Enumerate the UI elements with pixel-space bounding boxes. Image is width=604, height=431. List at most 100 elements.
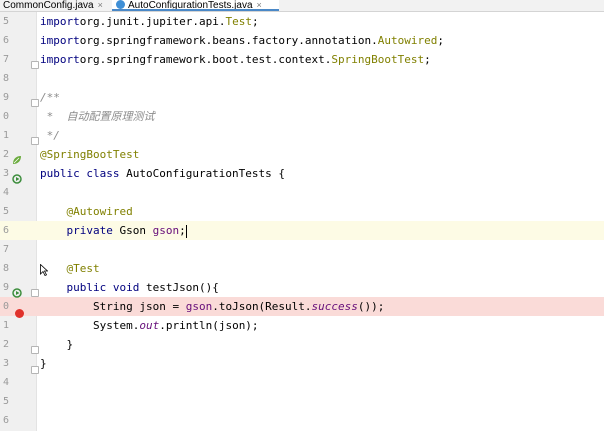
leaf-icon[interactable]: [12, 155, 22, 165]
code-token: */: [40, 129, 60, 142]
code-text[interactable]: importorg.springframework.beans.factory.…: [40, 31, 444, 50]
line-number: 0: [2, 111, 9, 122]
code-token: /**: [40, 91, 60, 104]
code-token: ;: [424, 53, 431, 66]
code-line[interactable]: 6 importorg.springframework.beans.factory…: [0, 31, 604, 50]
code-token: org.springframework.boot.test.context.: [79, 53, 332, 66]
code-line[interactable]: 4: [0, 183, 604, 202]
code-token: @Test: [66, 262, 100, 275]
tab-autoconfigurationtests[interactable]: AutoConfigurationTests.java ×: [112, 0, 279, 11]
code-token: org.junit.jupiter.api.: [79, 15, 226, 28]
code-line[interactable]: 5: [0, 392, 604, 411]
run-test-icon[interactable]: [12, 288, 22, 298]
line-number: 9: [2, 282, 9, 293]
code-text[interactable]: * 自动配置原理测试: [40, 107, 155, 126]
code-token: SpringBootTest: [331, 53, 425, 66]
code-text[interactable]: importorg.springframework.boot.test.cont…: [40, 50, 431, 69]
code-token: success: [311, 300, 358, 313]
code-token: System.: [40, 319, 140, 332]
code-line[interactable]: 3 public class AutoConfigurationTests {: [0, 164, 604, 183]
code-line[interactable]: 1 */: [0, 126, 604, 145]
code-token: org.springframework.beans.factory.annota…: [79, 34, 378, 47]
code-text[interactable]: */: [40, 126, 60, 145]
code-text[interactable]: }: [40, 335, 73, 354]
line-number: 6: [2, 225, 9, 236]
code-token: @SpringBootTest: [40, 148, 140, 161]
editor-tab-bar: CommonConfig.java × AutoConfigurationTest…: [0, 0, 604, 12]
code-token: Gson: [119, 224, 153, 237]
code-line[interactable]: 8: [0, 69, 604, 88]
code-token: String json =: [40, 300, 186, 313]
tab-close-icon[interactable]: ×: [98, 0, 103, 10]
code-token: gson: [185, 300, 213, 313]
fold-marker-icon[interactable]: [31, 366, 39, 374]
code-token: public void: [66, 281, 146, 294]
java-class-icon: [116, 0, 125, 9]
line-number: 7: [2, 244, 9, 255]
code-token: AutoConfigurationTests {: [126, 167, 286, 180]
line-number: 5: [2, 396, 9, 407]
code-line[interactable]: 5 @Autowired: [0, 202, 604, 221]
code-token: Autowired: [377, 34, 438, 47]
fold-marker-icon[interactable]: [31, 137, 39, 145]
line-number: 6: [2, 415, 9, 426]
fold-marker-icon[interactable]: [31, 289, 39, 297]
code-line[interactable]: 0 String json = gson.toJson(Result.succe…: [0, 297, 604, 316]
code-line[interactable]: 9 public void testJson(){: [0, 278, 604, 297]
code-token: out: [139, 319, 160, 332]
line-number: 1: [2, 130, 9, 141]
code-text[interactable]: public class AutoConfigurationTests {: [40, 164, 285, 183]
code-token: public class: [40, 167, 127, 180]
code-text[interactable]: importorg.junit.jupiter.api.Test;: [40, 12, 259, 31]
code-line[interactable]: 0 * 自动配置原理测试: [0, 107, 604, 126]
code-line[interactable]: 3}: [0, 354, 604, 373]
fold-marker-icon[interactable]: [31, 61, 39, 69]
code-text[interactable]: System.out.println(json);: [40, 316, 259, 335]
fold-marker-icon[interactable]: [31, 99, 39, 107]
code-text[interactable]: @Test: [40, 259, 100, 278]
run-test-icon[interactable]: [12, 174, 22, 184]
tab-commonconfig-label: CommonConfig.java: [3, 0, 94, 11]
code-text[interactable]: @Autowired: [40, 202, 133, 221]
code-token: import: [40, 15, 80, 28]
line-number: 9: [2, 92, 9, 103]
fold-marker-icon[interactable]: [31, 346, 39, 354]
code-line[interactable]: 2 }: [0, 335, 604, 354]
line-number: 8: [2, 263, 9, 274]
code-token: ());: [357, 300, 385, 313]
code-text[interactable]: @SpringBootTest: [40, 145, 139, 164]
code-line[interactable]: 5 importorg.junit.jupiter.api.Test;: [0, 12, 604, 31]
line-number: 2: [2, 149, 9, 160]
code-line[interactable]: 7 importorg.springframework.boot.test.con…: [0, 50, 604, 69]
code-line[interactable]: 1 System.out.println(json);: [0, 316, 604, 335]
code-text[interactable]: public void testJson(){: [40, 278, 219, 297]
code-line[interactable]: 8 @Test: [0, 259, 604, 278]
line-number: 3: [2, 168, 9, 179]
code-token: Test: [225, 15, 252, 28]
code-line[interactable]: 6 private Gson gson;: [0, 221, 604, 240]
code-line[interactable]: 9 /**: [0, 88, 604, 107]
code-line[interactable]: 6: [0, 411, 604, 430]
line-number: 6: [2, 35, 9, 46]
code-token: * 自动配置原理测试: [40, 110, 155, 123]
line-number: 0: [2, 301, 9, 312]
code-text[interactable]: /**: [40, 88, 60, 107]
line-number: 7: [2, 54, 9, 65]
code-token: ;: [179, 224, 186, 237]
code-line[interactable]: 7: [0, 240, 604, 259]
code-line[interactable]: 2 @SpringBootTest: [0, 145, 604, 164]
code-token: }: [40, 338, 74, 351]
code-text[interactable]: private Gson gson;: [40, 221, 187, 240]
tab-commonconfig[interactable]: CommonConfig.java ×: [0, 0, 112, 11]
code-text[interactable]: String json = gson.toJson(Result.success…: [40, 297, 384, 316]
code-token: gson: [152, 224, 180, 237]
breakpoint-icon[interactable]: [15, 309, 24, 318]
code-line[interactable]: 4: [0, 373, 604, 392]
code-token: import: [40, 53, 80, 66]
code-token: ;: [437, 34, 444, 47]
code-token: .println(json);: [159, 319, 259, 332]
code-token: }: [40, 357, 47, 370]
text-caret: [185, 224, 187, 238]
code-text[interactable]: }: [40, 354, 47, 373]
